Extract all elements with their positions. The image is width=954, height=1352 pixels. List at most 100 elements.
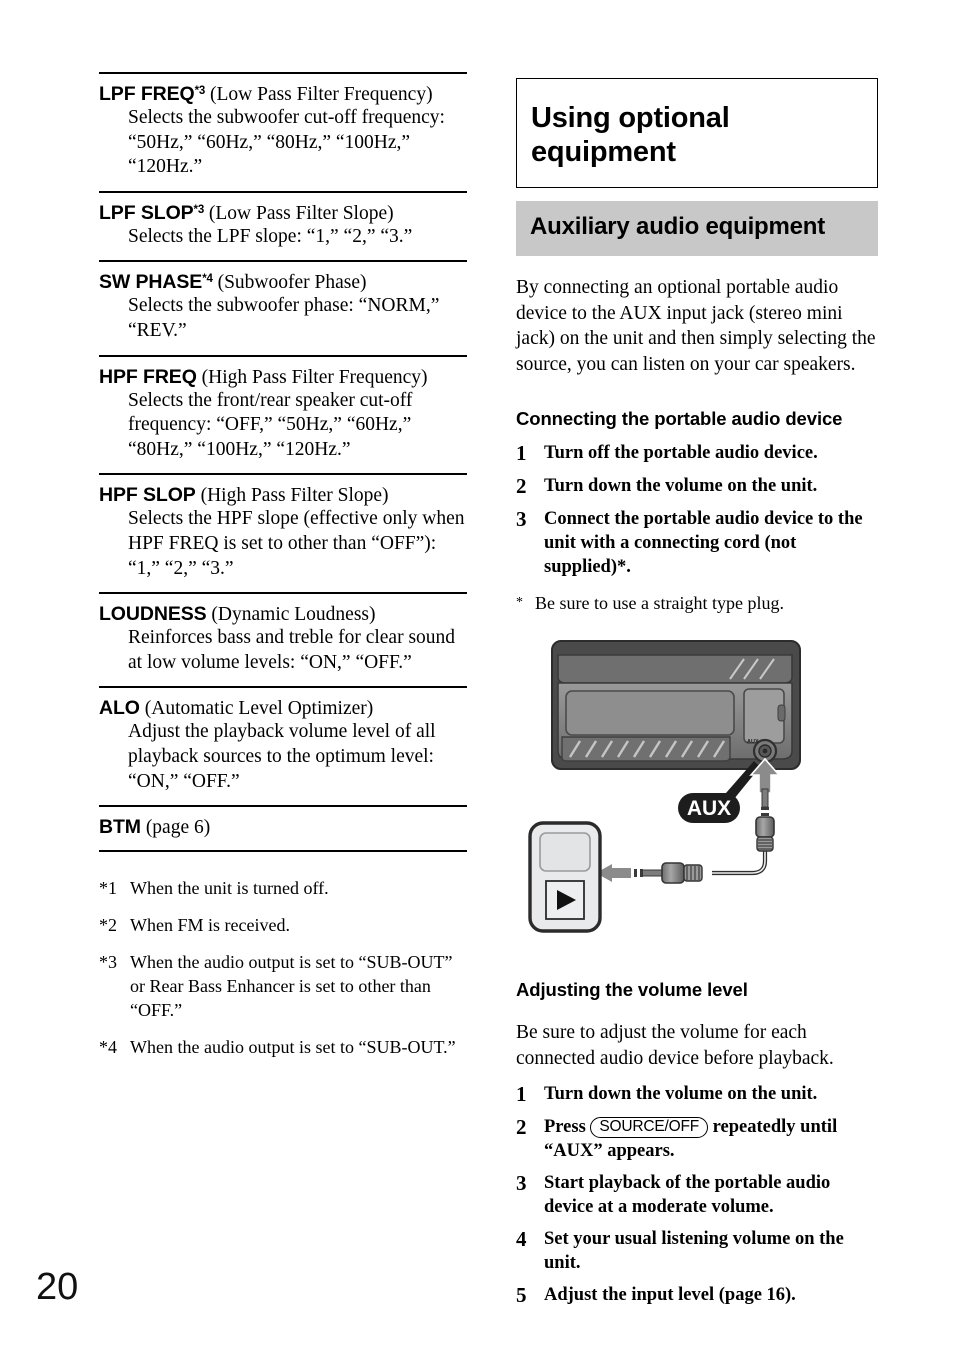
footnote-text: When the unit is turned off. bbox=[130, 878, 329, 899]
footnote-marker: *4 bbox=[99, 1037, 117, 1058]
step-number: 4 bbox=[516, 1227, 527, 1251]
right-column: Using optional equipment Auxiliary audio… bbox=[516, 78, 878, 1316]
step-text: Turn off the portable audio device. bbox=[544, 443, 818, 463]
entry-term: ALO bbox=[99, 697, 140, 720]
footnote-list: *1 When the unit is turned off. *2 When … bbox=[99, 876, 467, 1059]
entry-heading: HPF FREQ (High Pass Filter Frequency) bbox=[99, 366, 467, 389]
entry-description: Reinforces bass and treble for clear sou… bbox=[128, 627, 456, 673]
car-stereo-unit: AUX bbox=[551, 640, 801, 770]
setting-entry: HPF SLOP (High Pass Filter Slope) Select… bbox=[99, 473, 467, 592]
note-text: Be sure to use a straight type plug. bbox=[535, 593, 784, 613]
entry-expansion: (Low Pass Filter Frequency) bbox=[205, 84, 433, 105]
setting-entry: SW PHASE*4 (Subwoofer Phase) Selects the… bbox=[99, 260, 467, 354]
portable-audio-device bbox=[528, 821, 602, 933]
connecting-cord bbox=[712, 849, 768, 876]
footnote-item: *2 When FM is received. bbox=[99, 913, 467, 937]
step-text: Connect the portable audio device to the… bbox=[544, 509, 863, 577]
entry-description: Selects the LPF slope: “1,” “2,” “3.” bbox=[128, 225, 413, 247]
step-number: 3 bbox=[516, 1171, 527, 1195]
aux-badge-label: AUX bbox=[687, 797, 731, 820]
entry-heading: LOUDNESS (Dynamic Loudness) bbox=[99, 603, 467, 626]
footnote-text: When the audio output is set to “SUB-OUT… bbox=[130, 952, 453, 1021]
entry-heading: ALO (Automatic Level Optimizer) bbox=[99, 697, 467, 720]
page-number: 20 bbox=[36, 1266, 79, 1308]
footnote-text: When the audio output is set to “SUB-OUT… bbox=[130, 1037, 456, 1058]
step-number: 2 bbox=[516, 474, 527, 498]
entry-expansion: (Dynamic Loudness) bbox=[206, 604, 376, 626]
aux-silkscreen-label: AUX bbox=[747, 739, 759, 745]
entry-term: SW PHASE bbox=[99, 271, 203, 294]
step-item: 4 Set your usual listening volume on the… bbox=[516, 1227, 878, 1275]
step-number: 1 bbox=[516, 1082, 527, 1106]
connecting-heading: Connecting the portable audio device bbox=[516, 408, 843, 429]
entry-description: Selects the front/rear speaker cut-off f… bbox=[128, 389, 413, 460]
step-number: 5 bbox=[516, 1283, 527, 1307]
step-item: 1 Turn off the portable audio device. bbox=[516, 441, 878, 466]
step-item: 1 Turn down the volume on the unit. bbox=[516, 1082, 878, 1107]
entry-footnote-marker: *4 bbox=[202, 273, 213, 286]
chapter-title-box: Using optional equipment bbox=[516, 78, 878, 188]
step-text: Set your usual listening volume on the u… bbox=[544, 1229, 844, 1273]
entry-heading: BTM (page 6) bbox=[99, 816, 467, 839]
aux-badge: AUX bbox=[678, 793, 740, 823]
device-screen bbox=[539, 832, 591, 872]
setting-entry: LPF FREQ*3 (Low Pass Filter Frequency) S… bbox=[99, 72, 467, 191]
footnote-item: *1 When the unit is turned off. bbox=[99, 876, 467, 900]
plug-vertical bbox=[755, 788, 775, 852]
aux-connection-illustration: AUX AUX bbox=[516, 633, 878, 948]
entry-heading: LPF SLOP*3 (Low Pass Filter Slope) bbox=[99, 202, 467, 225]
step-number: 1 bbox=[516, 441, 527, 465]
note-marker: * bbox=[516, 595, 523, 610]
footnote-marker: *3 bbox=[99, 952, 117, 973]
entry-description: Selects the HPF slope (effective only wh… bbox=[128, 508, 465, 579]
step-item: 2 Turn down the volume on the unit. bbox=[516, 474, 878, 499]
chapter-title: Using optional equipment bbox=[531, 102, 730, 168]
adjusting-paragraph: Be sure to adjust the volume for each co… bbox=[516, 1022, 834, 1069]
entry-expansion: (page 6) bbox=[140, 817, 211, 839]
entry-term: LPF FREQ bbox=[99, 83, 195, 105]
footnote-marker: *2 bbox=[99, 915, 117, 936]
step-number: 2 bbox=[516, 1115, 527, 1139]
step-text-before: Press bbox=[544, 1117, 591, 1137]
step-number: 3 bbox=[516, 507, 527, 531]
connecting-steps: 1 Turn off the portable audio device. 2 … bbox=[516, 441, 878, 615]
entry-term: HPF FREQ bbox=[99, 365, 197, 388]
entry-description: Selects the subwoofer cut-off frequency:… bbox=[128, 107, 445, 178]
step-item: 3 Start playback of the portable audio d… bbox=[516, 1171, 878, 1219]
entry-footnote-marker: *3 bbox=[193, 203, 205, 216]
entry-term: LOUDNESS bbox=[99, 603, 207, 626]
setting-entry: BTM (page 6) bbox=[99, 805, 467, 853]
step-text: Turn down the volume on the unit. bbox=[544, 1084, 818, 1104]
step-item: 5 Adjust the input level (page 16). bbox=[516, 1283, 878, 1308]
entry-footnote-marker: *3 bbox=[194, 85, 206, 97]
step-text: Start playback of the portable audio dev… bbox=[544, 1173, 831, 1217]
adjusting-steps: 1 Turn down the volume on the unit. 2 Pr… bbox=[516, 1082, 878, 1308]
step-note: * Be sure to use a straight type plug. bbox=[516, 592, 878, 615]
entry-expansion: (High Pass Filter Frequency) bbox=[196, 366, 428, 388]
entry-expansion: (Low Pass Filter Slope) bbox=[204, 202, 394, 224]
section-title: Auxiliary audio equipment bbox=[530, 213, 826, 240]
step-text: Turn down the volume on the unit. bbox=[544, 476, 818, 496]
entry-expansion: (Automatic Level Optimizer) bbox=[139, 698, 374, 720]
entry-description: Selects the subwoofer phase: “NORM,” “RE… bbox=[128, 295, 440, 341]
entry-heading: LPF FREQ*3 (Low Pass Filter Frequency) bbox=[99, 83, 467, 106]
step-text: Press SOURCE/OFF repeatedly until “AUX” … bbox=[544, 1115, 878, 1163]
setting-entry: ALO (Automatic Level Optimizer) Adjust t… bbox=[99, 686, 467, 805]
entry-term: HPF SLOP bbox=[99, 484, 196, 507]
manual-page: LPF FREQ*3 (Low Pass Filter Frequency) S… bbox=[0, 0, 954, 1352]
footnote-item: *4 When the audio output is set to “SUB-… bbox=[99, 1035, 467, 1059]
source-off-key[interactable]: SOURCE/OFF bbox=[590, 1117, 709, 1138]
entry-expansion: (Subwoofer Phase) bbox=[212, 272, 367, 294]
left-column: LPF FREQ*3 (Low Pass Filter Frequency) S… bbox=[99, 72, 467, 1072]
step-item: 2 Press SOURCE/OFF repeatedly until “AUX… bbox=[516, 1115, 878, 1163]
adjusting-heading: Adjusting the volume level bbox=[516, 979, 748, 1000]
step-item: 3 Connect the portable audio device to t… bbox=[516, 507, 878, 579]
entry-expansion: (High Pass Filter Slope) bbox=[195, 485, 389, 507]
setting-entry: LOUDNESS (Dynamic Loudness) Reinforces b… bbox=[99, 592, 467, 686]
setting-entry: LPF SLOP*3 (Low Pass Filter Slope) Selec… bbox=[99, 190, 467, 261]
footnote-marker: *1 bbox=[99, 878, 117, 899]
section-header-band: Auxiliary audio equipment bbox=[516, 201, 878, 256]
plug-horizontal bbox=[634, 862, 703, 884]
entry-heading: HPF SLOP (High Pass Filter Slope) bbox=[99, 484, 467, 507]
entry-heading: SW PHASE*4 (Subwoofer Phase) bbox=[99, 271, 467, 294]
